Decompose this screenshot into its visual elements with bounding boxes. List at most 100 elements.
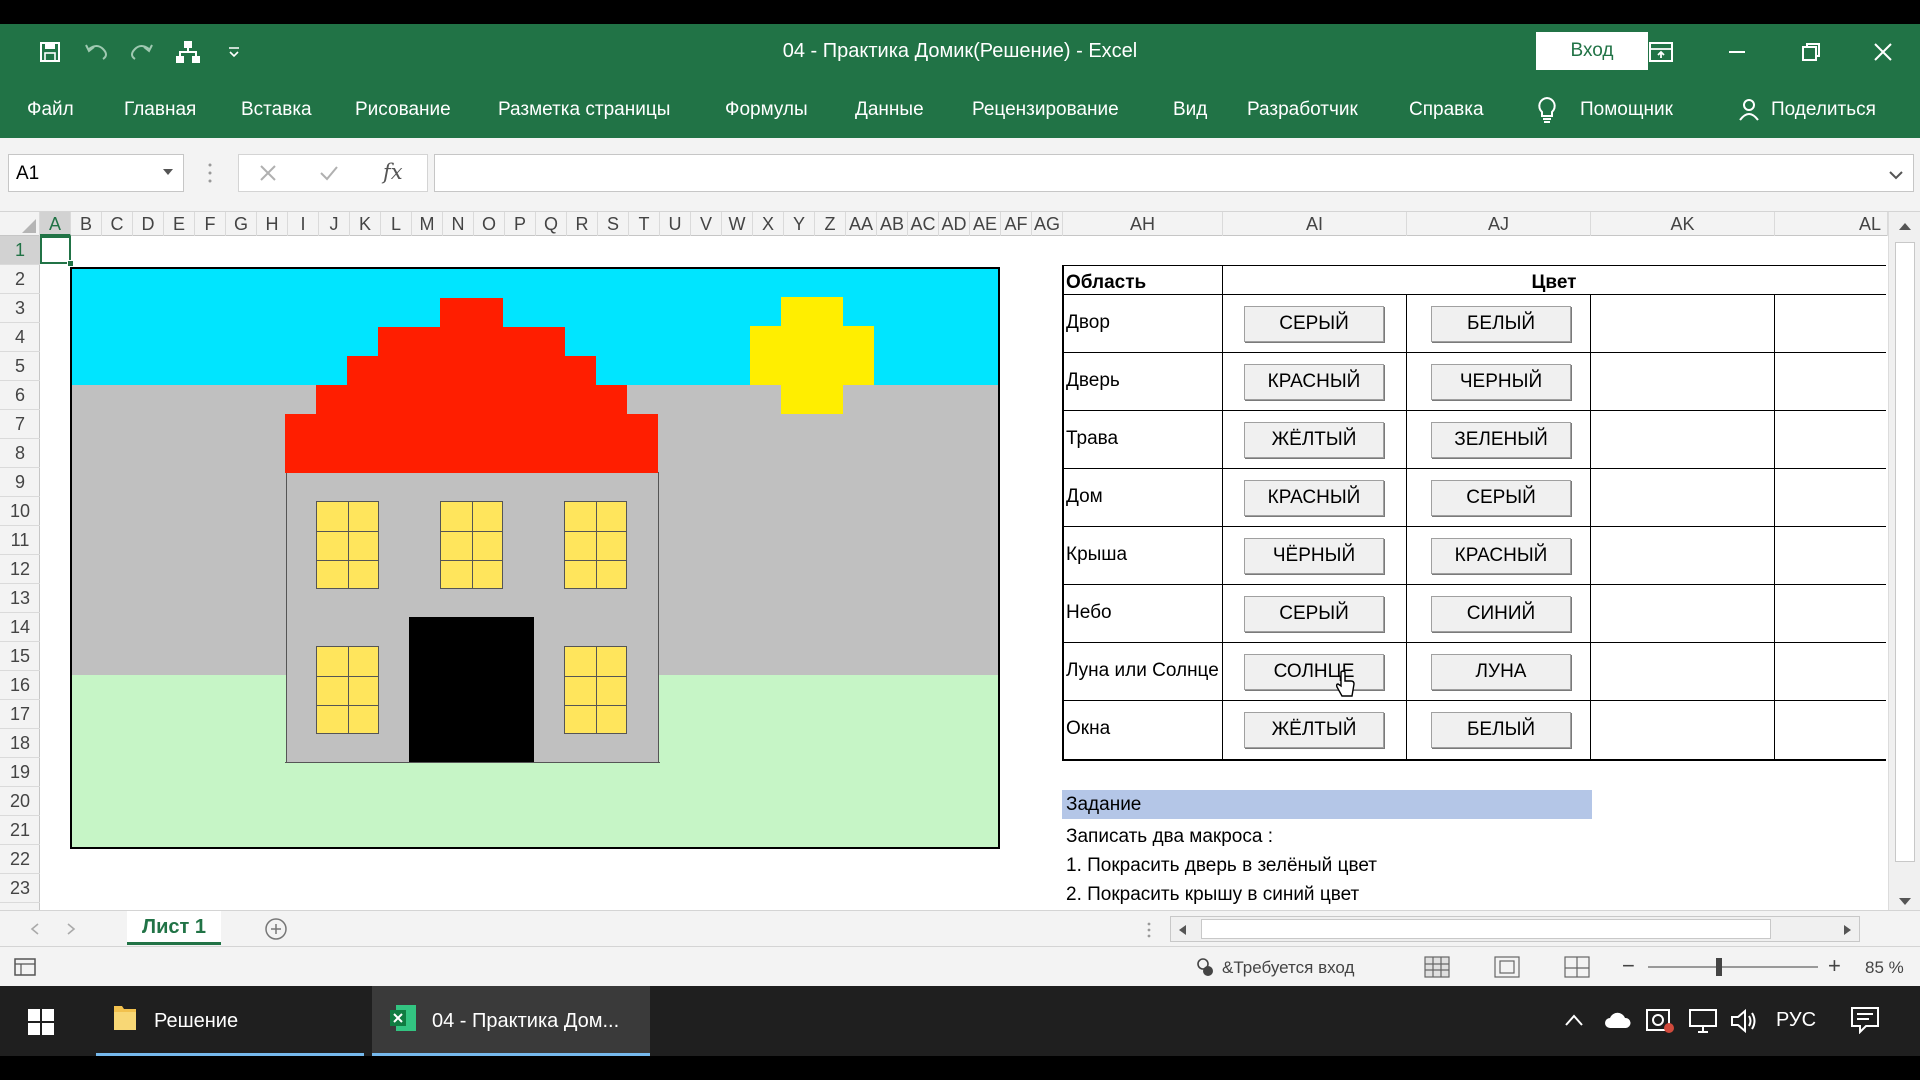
insert-function-button[interactable]: fx xyxy=(383,160,403,184)
taskbar-explorer[interactable]: Решение xyxy=(96,986,364,1056)
tab-formulas[interactable]: Формулы xyxy=(725,99,808,121)
row-header[interactable]: 11 xyxy=(0,526,40,555)
macro-button-door-red[interactable]: КРАСНЫЙ xyxy=(1244,364,1384,400)
column-header[interactable]: AE xyxy=(970,212,1001,236)
vertical-scrollbar[interactable] xyxy=(1888,212,1920,910)
tab-view[interactable]: Вид xyxy=(1173,99,1207,121)
row-header[interactable]: 18 xyxy=(0,729,40,758)
column-header[interactable]: L xyxy=(381,212,412,236)
split-handle-icon[interactable] xyxy=(1146,921,1152,944)
column-header[interactable]: Q xyxy=(536,212,567,236)
normal-view-icon[interactable] xyxy=(1424,956,1450,983)
column-header[interactable]: AA xyxy=(846,212,877,236)
row-header[interactable]: 15 xyxy=(0,642,40,671)
column-header[interactable]: AJ xyxy=(1407,212,1591,236)
macro-button-roof-black[interactable]: ЧЁРНЫЙ xyxy=(1244,538,1384,574)
macro-button-windows-yellow[interactable]: ЖЁЛТЫЙ xyxy=(1244,712,1384,748)
column-header[interactable]: W xyxy=(722,212,753,236)
next-sheet-icon[interactable] xyxy=(66,922,76,940)
notifications-icon[interactable] xyxy=(1850,1006,1880,1039)
row-header[interactable]: 13 xyxy=(0,584,40,613)
macro-button-yard-white[interactable]: БЕЛЫЙ xyxy=(1431,306,1571,342)
tab-review[interactable]: Рецензирование xyxy=(972,99,1119,121)
column-header[interactable]: U xyxy=(660,212,691,236)
expand-formula-icon[interactable] xyxy=(1889,167,1903,185)
column-header[interactable]: O xyxy=(474,212,505,236)
sheet-tab-1[interactable]: Лист 1 xyxy=(127,911,221,945)
input-language[interactable]: РУС xyxy=(1776,1009,1816,1032)
row-header[interactable]: 1 xyxy=(0,236,40,265)
macro-record-icon[interactable] xyxy=(14,958,36,981)
zoom-slider[interactable] xyxy=(1648,966,1818,968)
scroll-left-icon[interactable] xyxy=(1177,923,1187,941)
column-header[interactable]: T xyxy=(629,212,660,236)
macro-button-yard-gray[interactable]: СЕРЫЙ xyxy=(1244,306,1384,342)
macro-button-house-red[interactable]: КРАСНЫЙ xyxy=(1244,480,1384,516)
network-icon[interactable] xyxy=(1688,1008,1718,1039)
column-header[interactable]: V xyxy=(691,212,722,236)
chevron-down-icon[interactable] xyxy=(163,169,173,175)
row-header[interactable]: 9 xyxy=(0,468,40,497)
row-header[interactable]: 5 xyxy=(0,352,40,381)
row-header[interactable]: 14 xyxy=(0,613,40,642)
vertical-scroll-thumb[interactable] xyxy=(1895,242,1915,862)
page-break-view-icon[interactable] xyxy=(1564,956,1590,983)
row-header[interactable]: 17 xyxy=(0,700,40,729)
restore-icon[interactable] xyxy=(1776,30,1846,74)
row-header[interactable]: 8 xyxy=(0,439,40,468)
column-header[interactable]: H xyxy=(257,212,288,236)
chevron-up-icon[interactable] xyxy=(1565,1013,1583,1031)
column-header[interactable]: P xyxy=(505,212,536,236)
volume-icon[interactable] xyxy=(1730,1008,1760,1039)
column-header[interactable]: AD xyxy=(939,212,970,236)
scroll-right-icon[interactable] xyxy=(1843,923,1853,941)
column-header[interactable]: S xyxy=(598,212,629,236)
column-header[interactable]: D xyxy=(133,212,164,236)
row-header[interactable]: 20 xyxy=(0,787,40,816)
column-header[interactable]: G xyxy=(226,212,257,236)
macro-button-windows-white[interactable]: БЕЛЫЙ xyxy=(1431,712,1571,748)
horizontal-scroll-thumb[interactable] xyxy=(1201,919,1771,939)
column-header[interactable]: Y xyxy=(784,212,815,236)
column-header[interactable]: AK xyxy=(1591,212,1775,236)
column-header[interactable]: N xyxy=(443,212,474,236)
row-header[interactable]: 21 xyxy=(0,816,40,845)
column-header[interactable]: Z xyxy=(815,212,846,236)
row-header[interactable]: 16 xyxy=(0,671,40,700)
prev-sheet-icon[interactable] xyxy=(30,922,40,940)
signin-required-status[interactable]: &Требуется вход xyxy=(1222,958,1354,978)
lightbulb-icon[interactable] xyxy=(1536,96,1558,129)
macro-button-door-black[interactable]: ЧЕРНЫЙ xyxy=(1431,364,1571,400)
macro-button-sky-gray[interactable]: СЕРЫЙ xyxy=(1244,596,1384,632)
column-header[interactable]: AG xyxy=(1032,212,1063,236)
cloud-icon[interactable] xyxy=(1602,1010,1632,1035)
row-header[interactable]: 22 xyxy=(0,845,40,874)
tab-home[interactable]: Главная xyxy=(124,99,196,121)
enter-check-icon[interactable] xyxy=(319,164,339,187)
zoom-in-icon[interactable]: + xyxy=(1828,953,1841,979)
close-icon[interactable] xyxy=(1848,30,1918,74)
fill-handle[interactable] xyxy=(67,260,74,267)
column-header[interactable]: AC xyxy=(908,212,939,236)
taskbar-excel[interactable]: 04 - Практика Дом... xyxy=(372,986,650,1056)
name-box[interactable]: A1 xyxy=(8,154,184,192)
worksheet-grid[interactable]: A B C D E F G H I J K L M N O P Q R S T … xyxy=(0,212,1920,910)
scroll-down-icon[interactable] xyxy=(1898,894,1912,910)
tab-assistant[interactable]: Помощник xyxy=(1580,99,1673,121)
row-header[interactable]: 2 xyxy=(0,265,40,294)
tab-developer[interactable]: Разработчик xyxy=(1247,99,1358,121)
row-header[interactable]: 19 xyxy=(0,758,40,787)
column-header[interactable]: F xyxy=(195,212,226,236)
cancel-icon[interactable] xyxy=(259,164,277,187)
column-header[interactable]: AI xyxy=(1223,212,1407,236)
column-header[interactable]: K xyxy=(350,212,381,236)
row-header[interactable]: 10 xyxy=(0,497,40,526)
account-sync-icon[interactable] xyxy=(1194,957,1214,982)
tab-insert[interactable]: Вставка xyxy=(241,99,312,121)
add-sheet-icon[interactable] xyxy=(264,917,288,946)
ribbon-display-icon[interactable] xyxy=(1626,30,1696,74)
zoom-level[interactable]: 85 % xyxy=(1865,958,1904,978)
row-header[interactable]: 12 xyxy=(0,555,40,584)
column-header[interactable]: X xyxy=(753,212,784,236)
macro-button-grass-yellow[interactable]: ЖЁЛТЫЙ xyxy=(1244,422,1384,458)
